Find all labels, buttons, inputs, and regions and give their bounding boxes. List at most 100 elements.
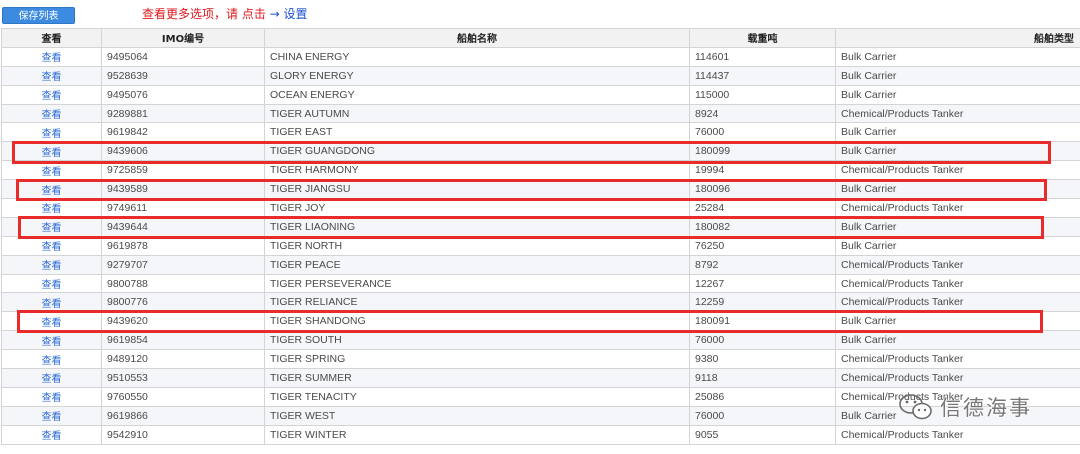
view-link[interactable]: 查看: [1, 386, 102, 407]
header-deadweight[interactable]: 载重吨: [689, 28, 836, 48]
table-row: 查看 9439606 TIGER GUANGDONG 180099 Bulk Carri…: [1, 141, 1080, 162]
deadweight-cell: 9055: [689, 424, 836, 445]
settings-link[interactable]: 设置: [284, 7, 308, 21]
save-list-button[interactable]: 保存列表: [2, 7, 75, 24]
imo-cell: 9619878: [101, 235, 265, 256]
view-link[interactable]: 查看: [1, 368, 102, 388]
view-link[interactable]: 查看: [1, 216, 102, 237]
deadweight-cell: 8924: [689, 103, 836, 124]
view-link[interactable]: 查看: [1, 405, 102, 426]
deadweight-cell: 8792: [689, 254, 836, 275]
ship-type-cell: Chemical/Products Tanker: [835, 386, 1080, 407]
ship-name-cell: TIGER SUMMER: [264, 368, 690, 388]
view-link[interactable]: 查看: [1, 349, 102, 370]
imo-cell: 9495076: [101, 84, 265, 105]
tip-text: 查看更多选项，请 点击: [142, 7, 266, 21]
ship-type-cell: Chemical/Products Tanker: [835, 160, 1080, 181]
deadweight-cell: 180082: [689, 216, 836, 237]
view-link[interactable]: 查看: [1, 103, 102, 124]
table-row: 查看 9495076 OCEAN ENERGY 115000 Bulk Carrier: [1, 84, 1080, 105]
imo-cell: 9800776: [101, 292, 265, 313]
settings-tip: 查看更多选项，请 点击 → 设置: [142, 6, 308, 22]
table-row: 查看 9510553 TIGER SUMMER 9118 Chemical/Produc…: [1, 368, 1080, 388]
vessel-table: 查看 IMO编号 船舶名称 载重吨 船舶类型 查看 9495064 CHINA EN…: [1, 28, 1080, 445]
ship-name-cell: TIGER TENACITY: [264, 386, 690, 407]
deadweight-cell: 76250: [689, 235, 836, 256]
ship-name-cell: TIGER LIAONING: [264, 216, 690, 237]
imo-cell: 9439606: [101, 141, 265, 162]
view-link[interactable]: 查看: [1, 254, 102, 275]
view-link[interactable]: 查看: [1, 292, 102, 313]
header-ship-type[interactable]: 船舶类型: [835, 28, 1080, 48]
imo-cell: 9542910: [101, 424, 265, 445]
ship-type-cell: Bulk Carrier: [835, 330, 1080, 351]
ship-name-cell: TIGER WINTER: [264, 424, 690, 445]
table-row: 查看 9439644 TIGER LIAONING 180082 Bulk Carrie…: [1, 216, 1080, 237]
imo-cell: 9439620: [101, 311, 265, 332]
table-row: 查看 9289881 TIGER AUTUMN 8924 Chemical/Produc…: [1, 103, 1080, 124]
view-link[interactable]: 查看: [1, 235, 102, 256]
imo-cell: 9510553: [101, 368, 265, 388]
table-row: 查看 9279707 TIGER PEACE 8792 Chemical/Product…: [1, 254, 1080, 275]
ship-name-cell: TIGER HARMONY: [264, 160, 690, 181]
table-row: 查看 9760550 TIGER TENACITY 25086 Chemical/Pro…: [1, 386, 1080, 407]
deadweight-cell: 25086: [689, 386, 836, 407]
imo-cell: 9760550: [101, 386, 265, 407]
imo-cell: 9528639: [101, 65, 265, 86]
table-row: 查看 9800776 TIGER RELIANCE 12259 Chemical/Pro…: [1, 292, 1080, 313]
deadweight-cell: 19994: [689, 160, 836, 181]
view-link[interactable]: 查看: [1, 311, 102, 332]
deadweight-cell: 180091: [689, 311, 836, 332]
toolbar: 保存列表 查看更多选项，请 点击 → 设置: [0, 0, 1080, 30]
ship-type-cell: Bulk Carrier: [835, 141, 1080, 162]
ship-type-cell: Bulk Carrier: [835, 46, 1080, 67]
table-row: 查看 9495064 CHINA ENERGY 114601 Bulk Carrier: [1, 46, 1080, 67]
ship-type-cell: Bulk Carrier: [835, 84, 1080, 105]
deadweight-cell: 9380: [689, 349, 836, 370]
ship-name-cell: TIGER JIANGSU: [264, 179, 690, 200]
deadweight-cell: 115000: [689, 84, 836, 105]
ship-name-cell: TIGER GUANGDONG: [264, 141, 690, 162]
header-view: 查看: [1, 28, 102, 48]
view-link[interactable]: 查看: [1, 424, 102, 445]
view-link[interactable]: 查看: [1, 65, 102, 86]
table-row: 查看 9619842 TIGER EAST 76000 Bulk Carrier: [1, 122, 1080, 143]
imo-cell: 9289881: [101, 103, 265, 124]
view-link[interactable]: 查看: [1, 273, 102, 294]
ship-type-cell: Bulk Carrier: [835, 405, 1080, 426]
view-link[interactable]: 查看: [1, 330, 102, 351]
table-row: 查看 9542910 TIGER WINTER 9055 Chemical/Produc…: [1, 424, 1080, 445]
view-link[interactable]: 查看: [1, 179, 102, 200]
table-row: 查看 9619866 TIGER WEST 76000 Bulk Carrier: [1, 405, 1080, 426]
view-link[interactable]: 查看: [1, 46, 102, 67]
view-link[interactable]: 查看: [1, 198, 102, 218]
right-arrow-icon: →: [269, 7, 280, 21]
table-row: 查看 9528639 GLORY ENERGY 114437 Bulk Carrier: [1, 65, 1080, 86]
view-link[interactable]: 查看: [1, 122, 102, 143]
header-ship-name[interactable]: 船舶名称: [264, 28, 690, 48]
ship-type-cell: Bulk Carrier: [835, 65, 1080, 86]
table-row: 查看 9439620 TIGER SHANDONG 180091 Bulk Carrie…: [1, 311, 1080, 332]
ship-name-cell: TIGER PERSEVERANCE: [264, 273, 690, 294]
imo-cell: 9749611: [101, 198, 265, 218]
ship-name-cell: TIGER PEACE: [264, 254, 690, 275]
table-row: 查看 9749611 TIGER JOY 25284 Chemical/Products…: [1, 198, 1080, 218]
ship-name-cell: TIGER AUTUMN: [264, 103, 690, 124]
header-imo[interactable]: IMO编号: [101, 28, 265, 48]
deadweight-cell: 76000: [689, 122, 836, 143]
ship-type-cell: Chemical/Products Tanker: [835, 254, 1080, 275]
table-row: 查看 9489120 TIGER SPRING 9380 Chemical/Produc…: [1, 349, 1080, 370]
view-link[interactable]: 查看: [1, 84, 102, 105]
imo-cell: 9619866: [101, 405, 265, 426]
ship-name-cell: TIGER SPRING: [264, 349, 690, 370]
view-link[interactable]: 查看: [1, 141, 102, 162]
view-link[interactable]: 查看: [1, 160, 102, 181]
deadweight-cell: 76000: [689, 330, 836, 351]
table-row: 查看 9439589 TIGER JIANGSU 180096 Bulk Carrier: [1, 179, 1080, 200]
ship-name-cell: GLORY ENERGY: [264, 65, 690, 86]
ship-name-cell: TIGER SHANDONG: [264, 311, 690, 332]
ship-type-cell: Bulk Carrier: [835, 311, 1080, 332]
imo-cell: 9439644: [101, 216, 265, 237]
deadweight-cell: 12259: [689, 292, 836, 313]
imo-cell: 9725859: [101, 160, 265, 181]
